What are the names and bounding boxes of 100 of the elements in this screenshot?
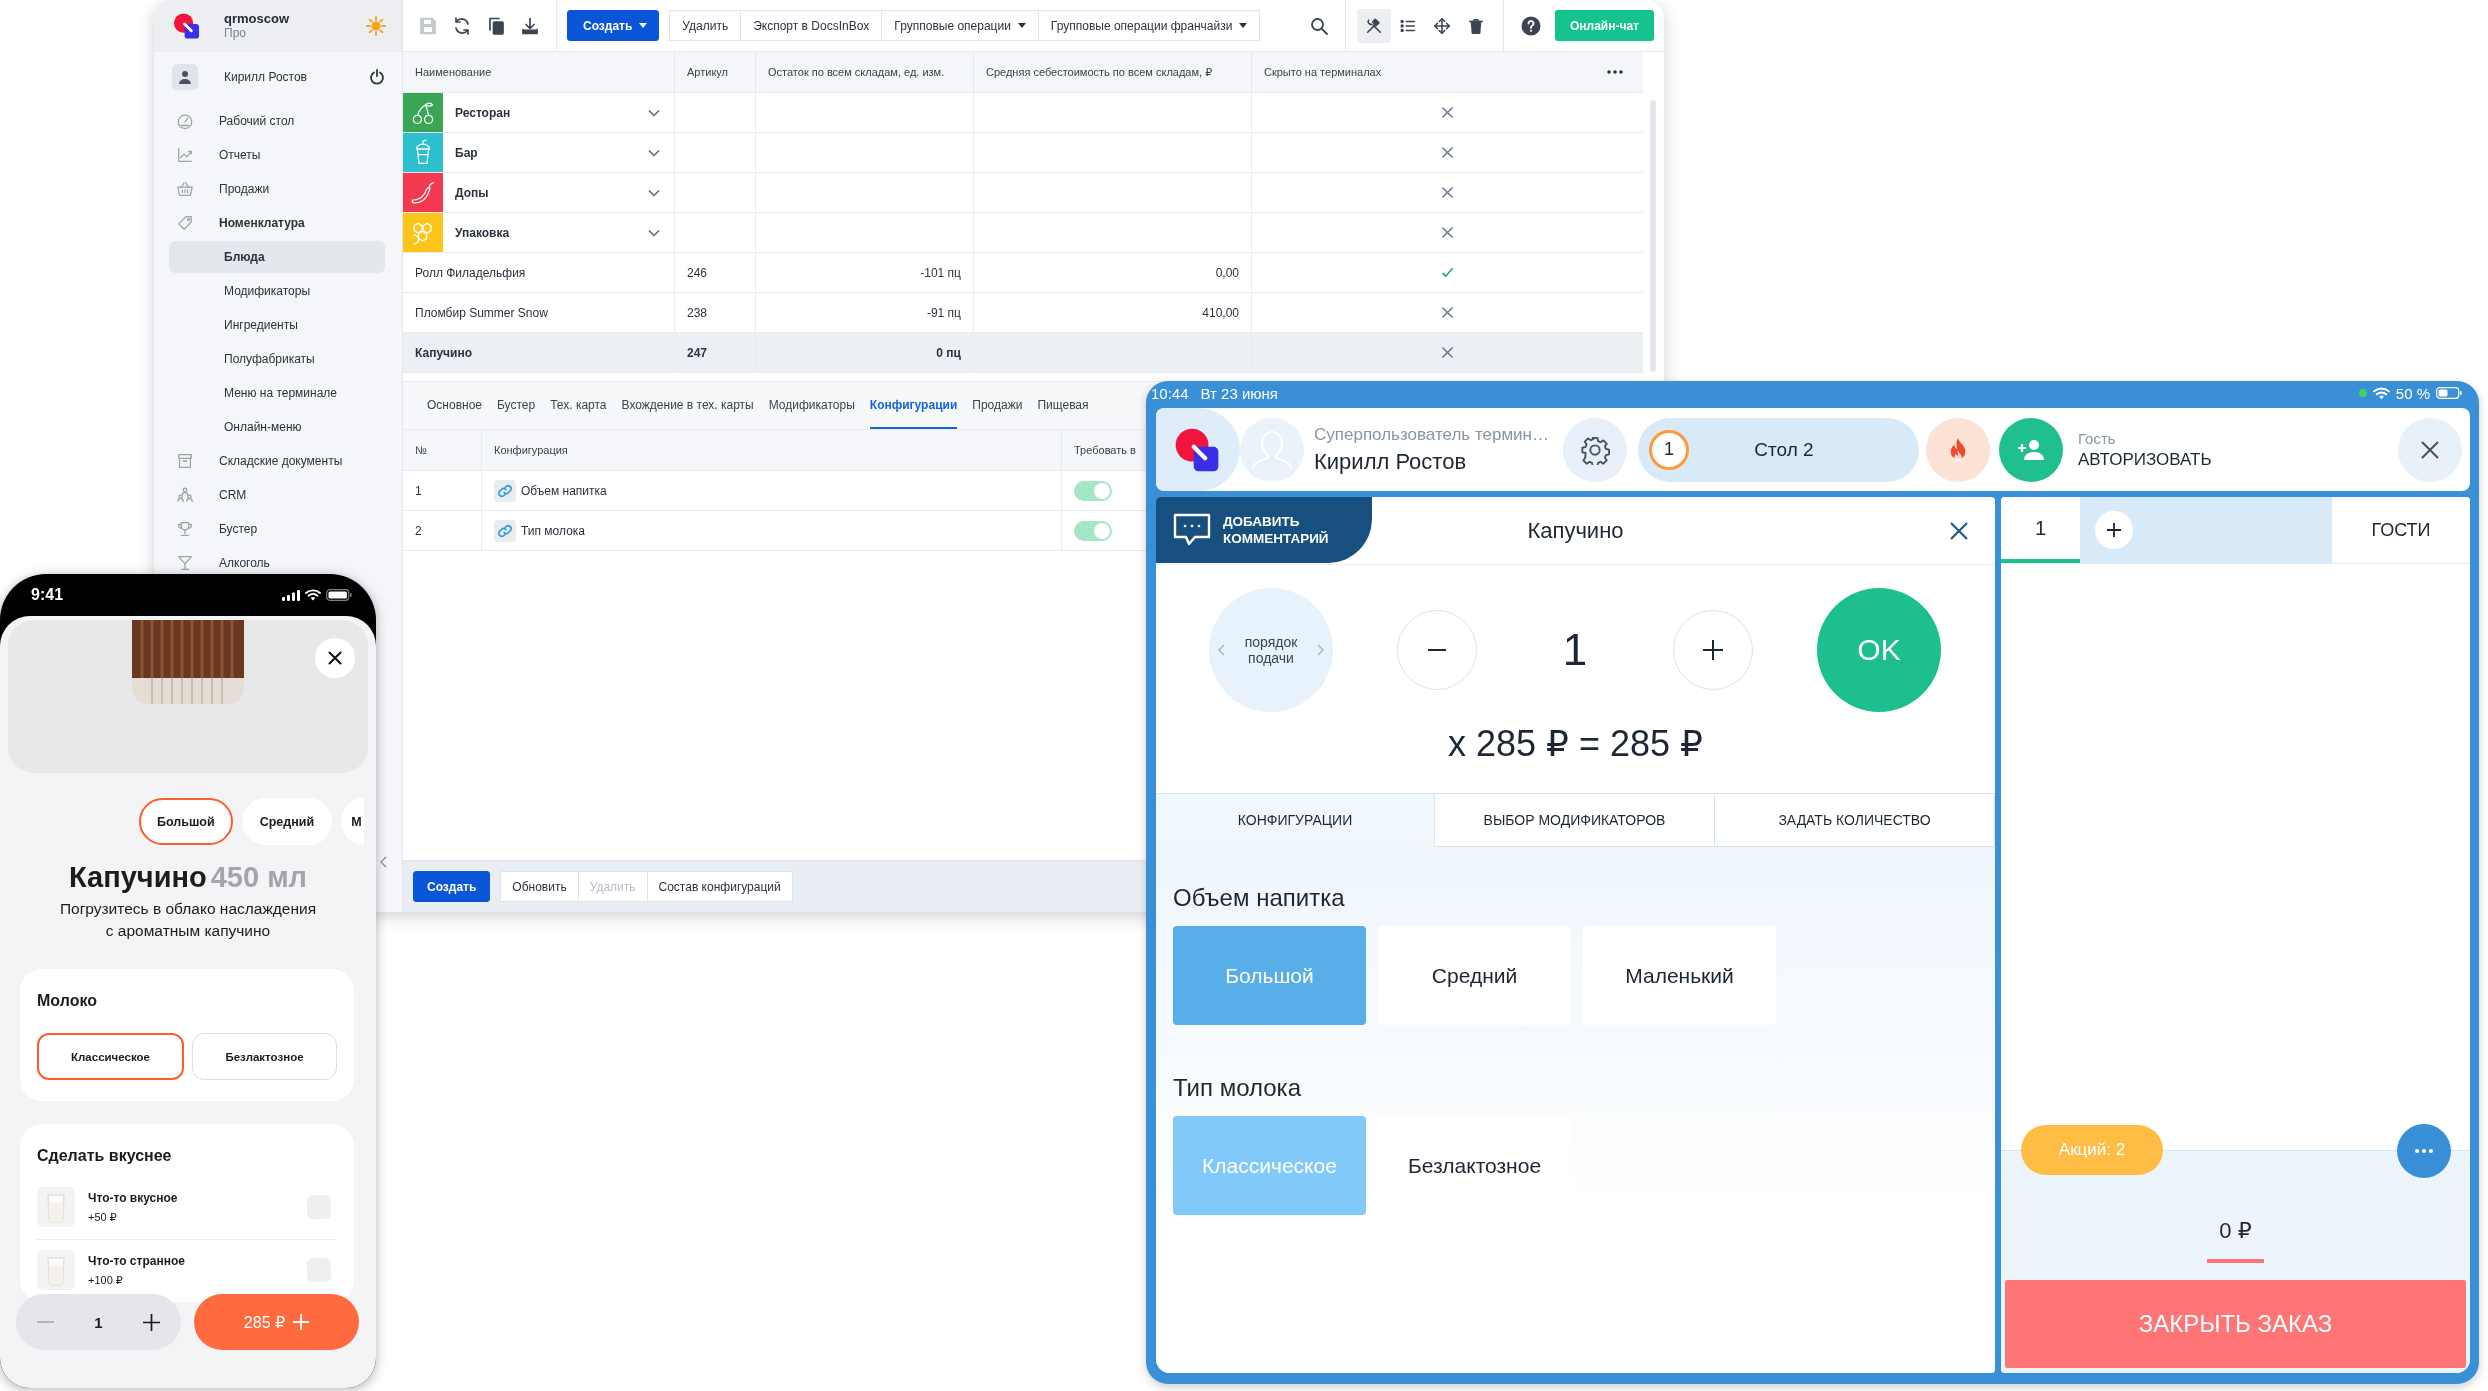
table-cell: 238 xyxy=(675,293,756,332)
copy-icon[interactable] xyxy=(486,15,506,36)
more-icon[interactable] xyxy=(1607,70,1623,74)
help-icon[interactable] xyxy=(1520,15,1541,36)
card-title: Молоко xyxy=(37,991,98,1011)
group-title: Тип молока xyxy=(1173,1073,1302,1103)
size-chip[interactable]: Большой xyxy=(139,798,233,845)
gear-icon xyxy=(1580,434,1610,465)
chevron-down-icon[interactable] xyxy=(648,108,660,117)
table-button[interactable]: 1 Стол 2 xyxy=(1638,417,1919,482)
wifi-icon xyxy=(305,589,321,601)
caret-icon xyxy=(1017,23,1026,28)
chevron-down-icon[interactable] xyxy=(648,148,660,157)
group-name: Ресторан xyxy=(455,105,511,120)
menu-item[interactable]: Отчеты xyxy=(154,146,390,164)
table-row[interactable]: Упаковка xyxy=(403,213,1643,253)
action-button[interactable]: Создать xyxy=(413,871,491,902)
plus-icon xyxy=(293,1314,310,1330)
plus-icon[interactable] xyxy=(143,1313,160,1331)
add-tab-button[interactable] xyxy=(2095,511,2133,549)
guest-tab[interactable]: 1 xyxy=(2001,497,2080,563)
caret-icon xyxy=(1239,23,1248,28)
comment-button[interactable]: ДОБАВИТЬ КОММЕНТАРИЙ xyxy=(1156,497,1372,563)
submenu-item[interactable]: Полуфабрикаты xyxy=(169,343,385,375)
close-icon[interactable] xyxy=(1949,520,1969,541)
tab[interactable]: Тех. карта xyxy=(550,382,607,429)
tab[interactable]: ЗАДАТЬ КОЛИЧЕСТВО xyxy=(1715,793,1995,847)
table-row[interactable]: Допы xyxy=(403,173,1643,213)
action-button[interactable]: Обновить xyxy=(500,871,579,902)
column-header: Остаток по всем складам, ед. изм. xyxy=(768,66,945,78)
tab[interactable]: КОНФИГУРАЦИИ xyxy=(1156,793,1435,847)
guest-label: Гость xyxy=(2078,429,2117,447)
menu-item[interactable]: CRM xyxy=(154,486,390,504)
tab[interactable]: Продажи xyxy=(972,382,1023,429)
menu-item[interactable]: Продажи xyxy=(154,180,390,198)
submenu-item[interactable]: Меню на терминале xyxy=(169,377,385,409)
menu-item[interactable]: Номенклатура xyxy=(154,214,390,232)
logo-icon xyxy=(1174,426,1220,473)
menu-item[interactable]: Рабочий стол xyxy=(154,112,390,130)
card-title: Сделать вкуснее xyxy=(37,1146,173,1166)
power-icon[interactable] xyxy=(369,69,385,85)
move-icon[interactable] xyxy=(1432,16,1451,35)
column-header: Наименование xyxy=(415,66,492,78)
tab[interactable]: Бустер xyxy=(497,382,536,429)
tab[interactable]: Пищевая xyxy=(1037,382,1089,429)
menu-item[interactable]: Бустер xyxy=(154,520,390,538)
option-button[interactable]: Средний xyxy=(1378,926,1571,1025)
tools-icon[interactable] xyxy=(1356,8,1391,43)
serve-order-button[interactable]: порядок подачи xyxy=(1209,588,1333,712)
dropdown-button[interactable]: Создать xyxy=(567,10,660,41)
option-button[interactable]: Безлактозное xyxy=(192,1033,337,1080)
toolbar-button[interactable]: Экспорт в DocsInBox xyxy=(740,10,883,41)
chat-icon xyxy=(1173,513,1211,547)
dropdown-button[interactable]: Групповые операции xyxy=(881,10,1039,41)
plus-icon xyxy=(2107,523,2121,537)
table-row[interactable]: Пломбир Summer Snow 238 -91 пц 410,00 xyxy=(403,293,1643,333)
basket-icon xyxy=(176,180,194,198)
quantity-stepper[interactable]: 1 xyxy=(16,1294,181,1350)
more-button[interactable] xyxy=(2397,1124,2451,1178)
refresh-icon[interactable] xyxy=(452,15,472,36)
table-row[interactable]: Ролл Филадельфия 246 -101 пц 0,00 xyxy=(403,253,1643,293)
submenu-item[interactable]: Ингредиенты xyxy=(169,309,385,341)
chevron-down-icon[interactable] xyxy=(648,188,660,197)
link-icon[interactable] xyxy=(494,479,516,502)
extra-name: Что-то вкусное xyxy=(88,1190,178,1205)
photo-placeholder xyxy=(37,1187,75,1227)
scrollbar[interactable] xyxy=(1650,100,1656,372)
status-date: Вт 23 июня xyxy=(1200,384,1278,402)
menu-item[interactable]: Складские документы xyxy=(154,452,390,470)
submenu-item[interactable]: Онлайн-меню xyxy=(169,411,385,443)
action-button[interactable]: Состав конфигураций xyxy=(646,871,793,902)
tab[interactable]: Модификаторы xyxy=(768,382,855,429)
table-row[interactable]: Бар xyxy=(403,133,1643,173)
tab[interactable]: Основное xyxy=(427,382,482,429)
menu-item[interactable]: Алкоголь xyxy=(154,554,390,572)
extra-name: Что-то странное xyxy=(88,1253,185,1268)
submenu-item[interactable]: Модификаторы xyxy=(169,275,385,307)
toolbar-button[interactable]: Удалить xyxy=(669,10,742,41)
link-icon[interactable] xyxy=(494,519,516,542)
search-icon[interactable] xyxy=(1308,15,1329,36)
table-row[interactable]: Капучино 247 0 пц xyxy=(403,333,1643,373)
close-button[interactable] xyxy=(315,638,355,678)
table-row[interactable]: Ресторан xyxy=(403,93,1643,133)
authorize-link[interactable]: АВТОРИЗОВАТЬ xyxy=(2078,449,2212,470)
toggle-switch[interactable] xyxy=(1074,480,1112,501)
tab[interactable]: ВЫБОР МОДИФИКАТОРОВ xyxy=(1435,793,1715,847)
size-chip[interactable]: М xyxy=(341,798,364,845)
download-icon[interactable] xyxy=(520,15,540,36)
size-chip[interactable]: Средний xyxy=(241,798,333,845)
collapse-chevron-icon[interactable] xyxy=(380,856,387,868)
option-button[interactable]: Классическое xyxy=(37,1033,184,1080)
dish-name: Капучино xyxy=(1526,517,1625,544)
option-button[interactable]: Маленький xyxy=(1583,926,1776,1025)
tab[interactable]: Вхождение в тех. карты xyxy=(621,382,754,429)
chevron-down-icon[interactable] xyxy=(648,228,660,237)
trash-icon[interactable] xyxy=(1466,16,1485,35)
submenu-item[interactable]: Блюда xyxy=(169,241,385,273)
dropdown-button[interactable]: Групповые операции франчайзи xyxy=(1037,10,1261,41)
table-cell: 0,00 xyxy=(974,253,1252,292)
toggle-switch[interactable] xyxy=(1074,520,1112,541)
